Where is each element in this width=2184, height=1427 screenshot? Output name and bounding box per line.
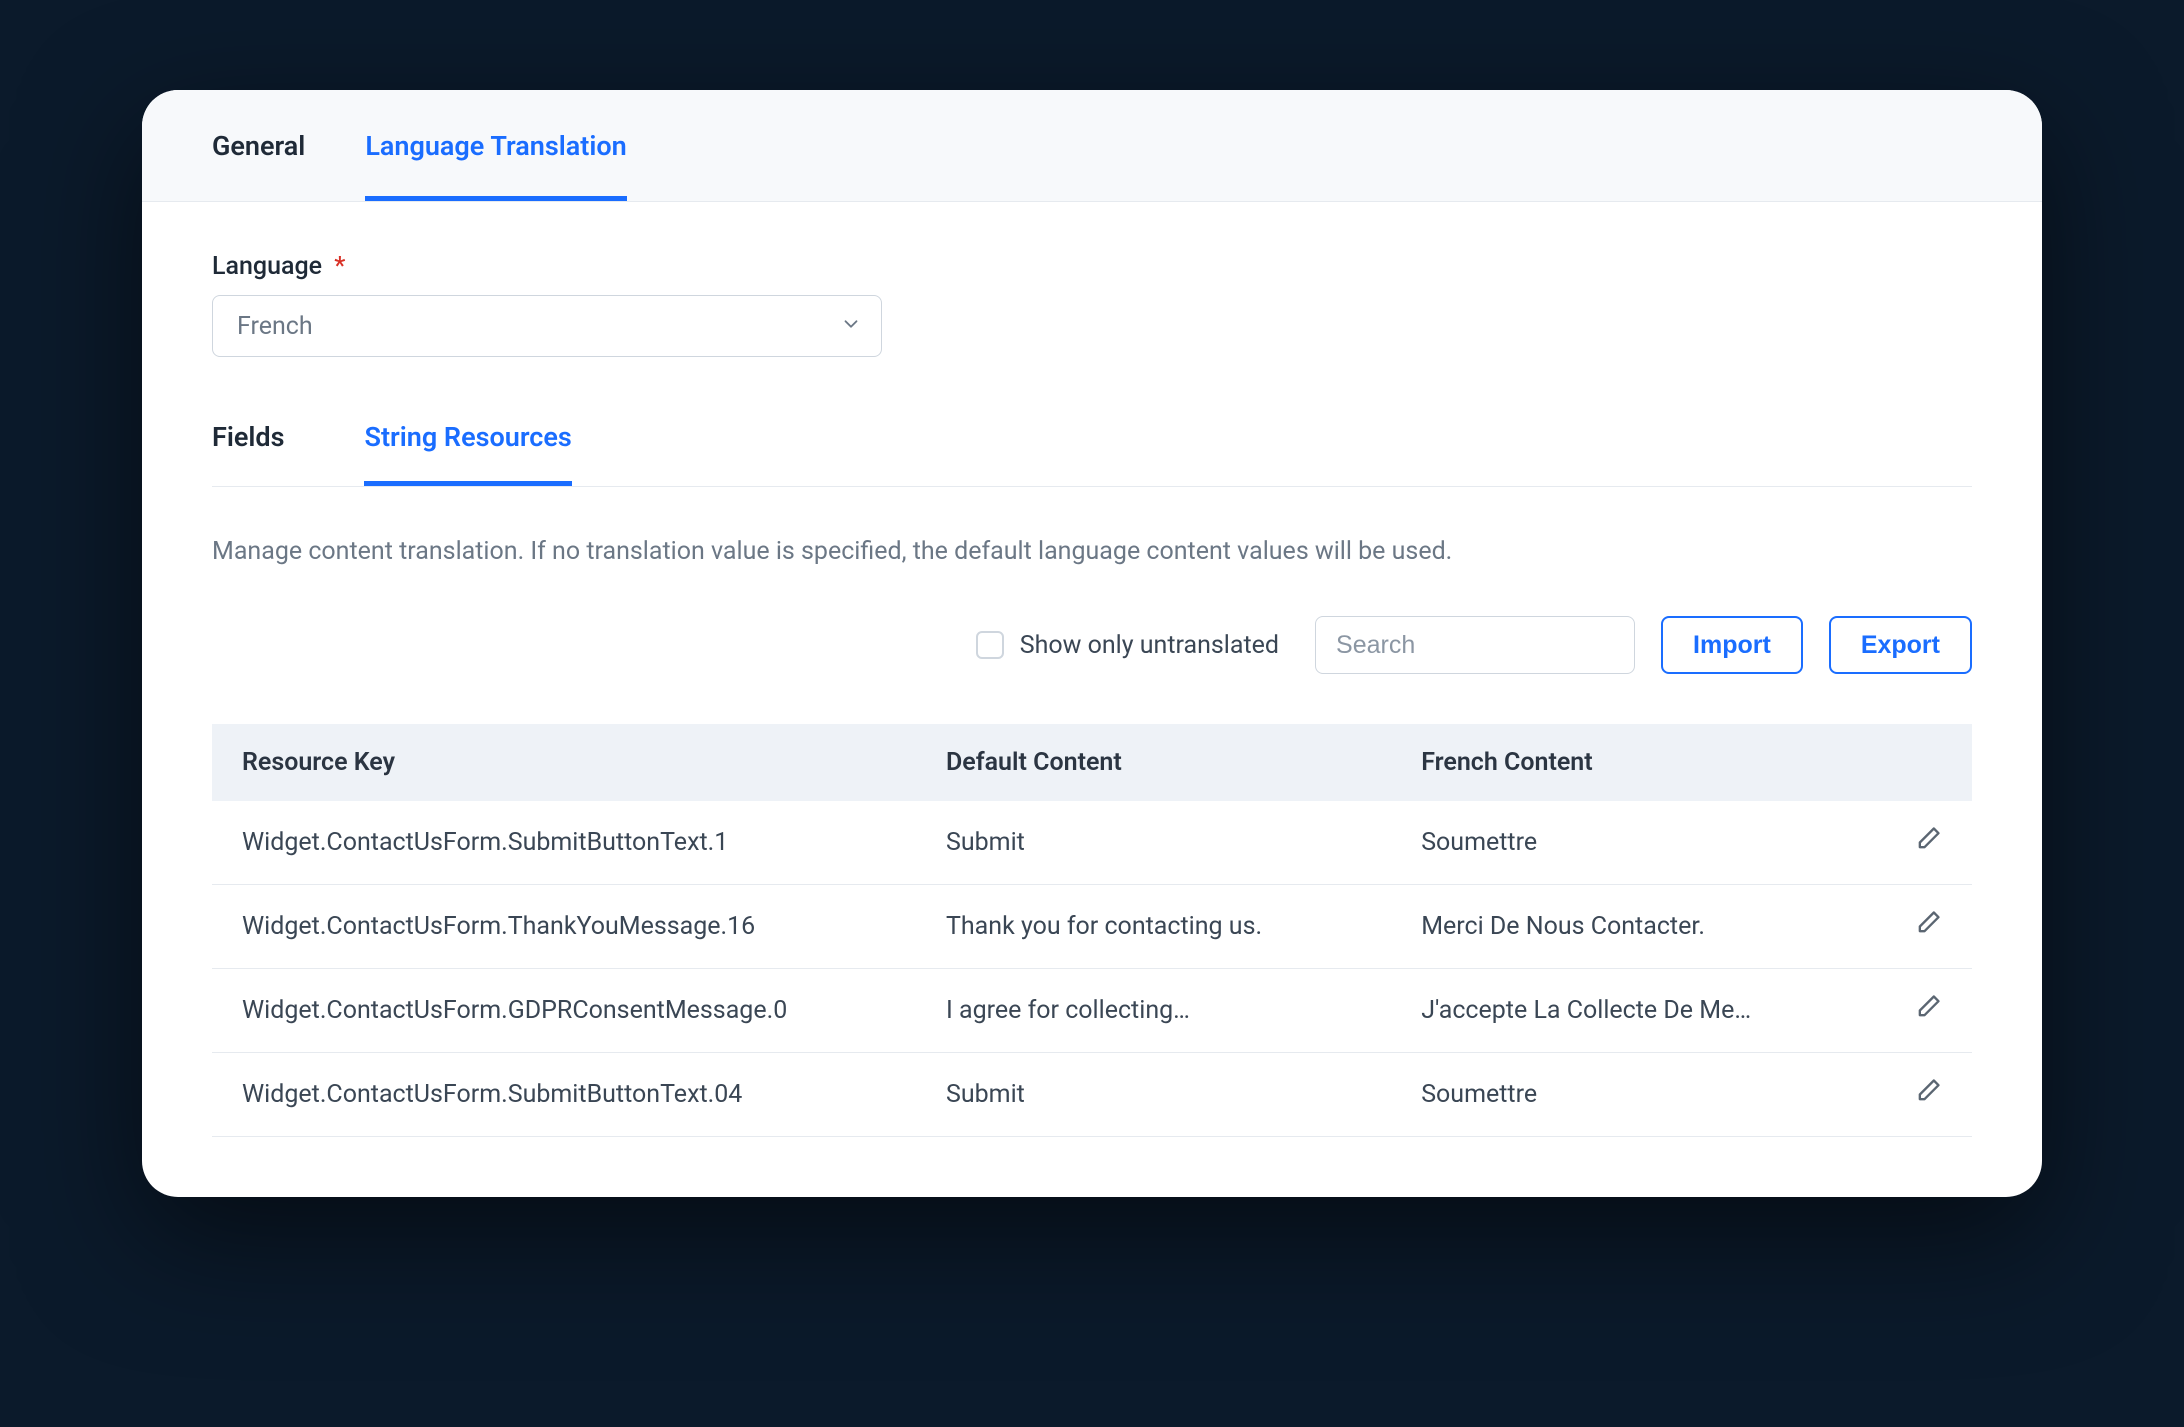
tab-string-resources[interactable]: String Resources	[364, 407, 571, 486]
settings-card: General Language Translation Language * …	[142, 90, 2042, 1197]
cell-default-content: I agree for collecting…	[916, 969, 1391, 1053]
required-marker: *	[334, 252, 345, 281]
table-row: Widget.ContactUsForm.GDPRConsentMessage.…	[212, 969, 1972, 1053]
toolbar: Show only untranslated Import Export	[212, 616, 1972, 674]
cell-resource-key: Widget.ContactUsForm.ThankYouMessage.16	[212, 885, 916, 969]
cell-default-content: Submit	[916, 801, 1391, 885]
cell-translated-content: Soumettre	[1391, 1053, 1866, 1137]
cell-actions	[1866, 801, 1972, 885]
col-header-translated-content: French Content	[1391, 724, 1866, 801]
cell-resource-key: Widget.ContactUsForm.SubmitButtonText.04	[212, 1053, 916, 1137]
import-button[interactable]: Import	[1661, 616, 1803, 674]
cell-actions	[1866, 885, 1972, 969]
top-tabs: General Language Translation	[142, 90, 2042, 202]
tab-general[interactable]: General	[212, 90, 305, 201]
cell-translated-content: Merci De Nous Contacter.	[1391, 885, 1866, 969]
col-header-actions	[1866, 724, 1972, 801]
table-row: Widget.ContactUsForm.SubmitButtonText.1S…	[212, 801, 1972, 885]
col-header-default-content: Default Content	[916, 724, 1391, 801]
language-label-text: Language	[212, 252, 322, 281]
cell-resource-key: Widget.ContactUsForm.GDPRConsentMessage.…	[212, 969, 916, 1053]
show-untranslated-label: Show only untranslated	[1020, 631, 1279, 660]
cell-default-content: Thank you for contacting us.	[916, 885, 1391, 969]
sub-tabs: Fields String Resources	[212, 407, 1972, 487]
language-select-value: French	[237, 312, 313, 341]
cell-actions	[1866, 1053, 1972, 1137]
language-label: Language *	[212, 252, 1972, 281]
language-select[interactable]: French	[212, 295, 882, 357]
pencil-icon[interactable]	[1914, 993, 1942, 1021]
show-untranslated-checkbox[interactable]	[976, 631, 1004, 659]
show-untranslated-wrap: Show only untranslated	[976, 631, 1279, 660]
search-input[interactable]	[1315, 616, 1635, 674]
tab-language-translation[interactable]: Language Translation	[365, 90, 626, 201]
table-row: Widget.ContactUsForm.ThankYouMessage.16T…	[212, 885, 1972, 969]
cell-actions	[1866, 969, 1972, 1053]
tab-fields[interactable]: Fields	[212, 407, 284, 486]
col-header-resource-key: Resource Key	[212, 724, 916, 801]
language-select-wrap: French	[212, 295, 882, 357]
cell-translated-content: Soumettre	[1391, 801, 1866, 885]
export-button[interactable]: Export	[1829, 616, 1972, 674]
translations-table: Resource Key Default Content French Cont…	[212, 724, 1972, 1137]
pencil-icon[interactable]	[1914, 1077, 1942, 1105]
pencil-icon[interactable]	[1914, 909, 1942, 937]
cell-default-content: Submit	[916, 1053, 1391, 1137]
pencil-icon[interactable]	[1914, 825, 1942, 853]
content-area: Language * French Fields String Resource…	[142, 202, 2042, 1197]
table-row: Widget.ContactUsForm.SubmitButtonText.04…	[212, 1053, 1972, 1137]
cell-resource-key: Widget.ContactUsForm.SubmitButtonText.1	[212, 801, 916, 885]
description-text: Manage content translation. If no transl…	[212, 537, 1972, 566]
cell-translated-content: J'accepte La Collecte De Me…	[1391, 969, 1866, 1053]
